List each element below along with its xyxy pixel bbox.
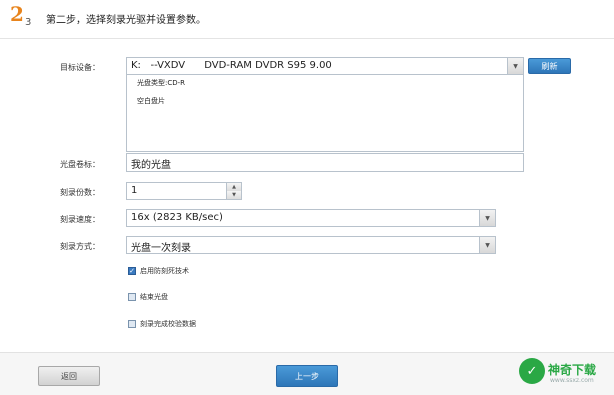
finalize-disc-option[interactable]: 结束光盘 xyxy=(128,292,168,302)
back-button[interactable]: 返回 xyxy=(38,366,100,386)
anti-burn-label: 启用防刻死技术 xyxy=(140,267,189,275)
step-number: 2 xyxy=(10,2,24,26)
checkbox-icon[interactable] xyxy=(128,320,136,328)
previous-step-button[interactable]: 上一步 xyxy=(276,365,338,387)
speed-label: 刻录速度： xyxy=(60,215,100,224)
step-total: 3 xyxy=(25,17,32,28)
device-select[interactable]: K: --VXDV DVD-RAM DVDR S95 9.00 ▼ xyxy=(126,57,524,75)
watermark-logo-icon: ✓ xyxy=(519,358,545,384)
chevron-down-icon[interactable]: ▼ xyxy=(479,237,495,253)
refresh-button[interactable]: 刷新 xyxy=(528,58,571,74)
decrement-icon[interactable]: ▼ xyxy=(226,191,241,199)
mode-select-value: 光盘一次刻录 xyxy=(131,243,191,254)
mode-label: 刻录方式： xyxy=(60,242,100,251)
wizard-header: 2 3 第二步，选择刻录光驱并设置参数。 xyxy=(0,0,614,39)
verify-data-option[interactable]: 刻录完成校验数据 xyxy=(128,319,196,329)
verify-data-label: 刻录完成校验数据 xyxy=(140,320,196,328)
chevron-down-icon[interactable]: ▼ xyxy=(507,58,523,74)
checkbox-icon[interactable] xyxy=(128,293,136,301)
disc-label-input[interactable]: 我的光盘 xyxy=(126,153,524,172)
disc-type-info: 光盘类型:CD-R xyxy=(137,79,186,87)
mode-select[interactable]: 光盘一次刻录 ▼ xyxy=(126,236,496,254)
speed-select[interactable]: 16x (2823 KB/sec) ▼ xyxy=(126,209,496,227)
watermark-text: 神奇下载 xyxy=(548,363,597,377)
copies-stepper[interactable]: 1 ▲ ▼ xyxy=(126,182,242,200)
disc-status-info: 空白盘片 xyxy=(137,97,165,105)
finalize-disc-label: 结束光盘 xyxy=(140,293,168,301)
page-title: 第二步，选择刻录光驱并设置参数。 xyxy=(46,15,206,26)
copies-value: 1 xyxy=(131,185,138,196)
watermark-url: www.ssxz.com xyxy=(550,377,594,384)
device-select-value: K: --VXDV DVD-RAM DVDR S95 9.00 xyxy=(131,60,332,71)
checkbox-checked-icon[interactable]: ✓ xyxy=(128,267,136,275)
copies-label: 刻录份数： xyxy=(60,188,100,197)
device-label: 目标设备： xyxy=(60,63,100,72)
disc-label-label: 光盘卷标： xyxy=(60,160,100,169)
anti-burn-option[interactable]: ✓ 启用防刻死技术 xyxy=(128,266,189,276)
chevron-down-icon[interactable]: ▼ xyxy=(479,210,495,226)
speed-select-value: 16x (2823 KB/sec) xyxy=(131,212,223,223)
disc-label-value: 我的光盘 xyxy=(131,160,171,171)
device-info-box: 光盘类型:CD-R 空白盘片 xyxy=(126,75,524,152)
